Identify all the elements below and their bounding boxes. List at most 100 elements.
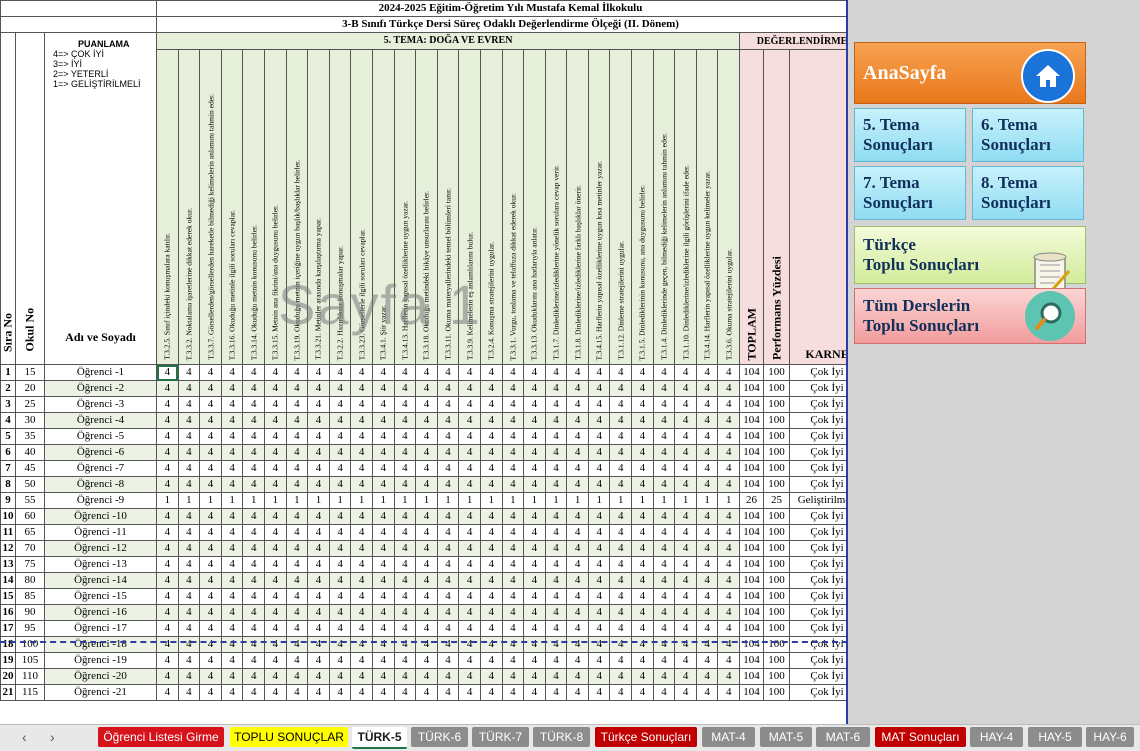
score-cell[interactable]: 4 bbox=[695, 556, 719, 573]
score-cell[interactable]: 4 bbox=[652, 524, 676, 541]
score-cell[interactable]: 4 bbox=[631, 412, 654, 429]
karne-cell[interactable]: Çok İyi bbox=[789, 684, 848, 701]
score-cell[interactable]: 4 bbox=[350, 364, 373, 381]
okul-no-cell[interactable]: 40 bbox=[15, 444, 45, 461]
score-cell[interactable]: 4 bbox=[479, 668, 503, 685]
score-cell[interactable]: 1 bbox=[415, 492, 438, 509]
tema-5-button[interactable]: 5. Tema Sonuçları bbox=[854, 108, 966, 162]
score-cell[interactable]: 4 bbox=[415, 380, 438, 397]
score-cell[interactable]: 4 bbox=[523, 444, 546, 461]
score-cell[interactable]: 4 bbox=[263, 524, 287, 541]
score-cell[interactable]: 4 bbox=[156, 524, 179, 541]
score-cell[interactable]: 4 bbox=[285, 588, 309, 605]
score-cell[interactable]: 4 bbox=[566, 428, 589, 445]
score-cell[interactable]: 4 bbox=[587, 476, 611, 493]
score-cell[interactable]: 4 bbox=[263, 428, 287, 445]
score-cell[interactable]: 4 bbox=[652, 380, 676, 397]
student-name-cell[interactable]: Öğrenci -14 bbox=[43, 572, 158, 589]
score-cell[interactable]: 4 bbox=[177, 668, 201, 685]
score-cell[interactable]: 4 bbox=[479, 620, 503, 637]
score-cell[interactable]: 4 bbox=[566, 588, 589, 605]
okul-no-cell[interactable]: 60 bbox=[15, 508, 45, 525]
score-cell[interactable]: 4 bbox=[371, 396, 395, 413]
score-cell[interactable]: 4 bbox=[479, 652, 503, 669]
okul-no-cell[interactable]: 95 bbox=[15, 620, 45, 637]
score-cell[interactable]: 4 bbox=[199, 524, 222, 541]
score-cell[interactable]: 4 bbox=[242, 396, 265, 413]
score-cell[interactable]: 4 bbox=[436, 668, 460, 685]
score-cell[interactable]: 4 bbox=[631, 460, 654, 477]
score-cell[interactable]: 4 bbox=[523, 524, 546, 541]
score-cell[interactable]: 4 bbox=[587, 412, 611, 429]
tema-6-button[interactable]: 6. Tema Sonuçları bbox=[972, 108, 1084, 162]
score-cell[interactable]: 4 bbox=[328, 588, 352, 605]
score-cell[interactable]: 4 bbox=[156, 364, 179, 381]
score-cell[interactable]: 4 bbox=[523, 684, 546, 701]
score-cell[interactable]: 4 bbox=[307, 476, 330, 493]
score-cell[interactable]: 4 bbox=[544, 684, 568, 701]
score-cell[interactable]: 4 bbox=[393, 476, 417, 493]
score-cell[interactable]: 4 bbox=[695, 460, 719, 477]
score-cell[interactable]: 4 bbox=[587, 572, 611, 589]
score-cell[interactable]: 4 bbox=[285, 620, 309, 637]
score-cell[interactable]: 4 bbox=[436, 620, 460, 637]
score-cell[interactable]: 4 bbox=[156, 652, 179, 669]
score-cell[interactable]: 4 bbox=[436, 684, 460, 701]
score-cell[interactable]: 4 bbox=[415, 668, 438, 685]
score-cell[interactable]: 4 bbox=[393, 540, 417, 557]
score-cell[interactable]: 4 bbox=[674, 380, 697, 397]
score-cell[interactable]: 4 bbox=[501, 540, 525, 557]
score-cell[interactable]: 4 bbox=[350, 396, 373, 413]
score-cell[interactable]: 4 bbox=[717, 588, 741, 605]
okul-no-cell[interactable]: 105 bbox=[15, 652, 45, 669]
score-cell[interactable]: 4 bbox=[242, 380, 265, 397]
score-cell[interactable]: 4 bbox=[242, 652, 265, 669]
score-cell[interactable]: 4 bbox=[631, 652, 654, 669]
score-cell[interactable]: 4 bbox=[566, 668, 589, 685]
score-cell[interactable]: 4 bbox=[652, 428, 676, 445]
score-cell[interactable]: 4 bbox=[458, 556, 481, 573]
karne-cell[interactable]: Çok İyi bbox=[789, 620, 848, 637]
student-name-cell[interactable]: Öğrenci -17 bbox=[43, 620, 158, 637]
score-cell[interactable]: 1 bbox=[717, 492, 741, 509]
score-cell[interactable]: 4 bbox=[695, 412, 719, 429]
score-cell[interactable]: 4 bbox=[156, 396, 179, 413]
score-cell[interactable]: 4 bbox=[242, 556, 265, 573]
score-cell[interactable]: 4 bbox=[307, 524, 330, 541]
score-cell[interactable]: 4 bbox=[566, 540, 589, 557]
score-cell[interactable]: 4 bbox=[263, 444, 287, 461]
performans-cell[interactable]: 100 bbox=[763, 428, 791, 445]
score-cell[interactable]: 4 bbox=[156, 556, 179, 573]
score-cell[interactable]: 4 bbox=[371, 444, 395, 461]
score-cell[interactable]: 4 bbox=[695, 380, 719, 397]
score-cell[interactable]: 4 bbox=[587, 652, 611, 669]
score-cell[interactable]: 4 bbox=[609, 604, 633, 621]
score-cell[interactable]: 4 bbox=[609, 652, 633, 669]
score-cell[interactable]: 4 bbox=[609, 412, 633, 429]
student-name-cell[interactable]: Öğrenci -12 bbox=[43, 540, 158, 557]
score-cell[interactable]: 4 bbox=[479, 476, 503, 493]
student-name-cell[interactable]: Öğrenci -2 bbox=[43, 380, 158, 397]
score-cell[interactable]: 1 bbox=[566, 492, 589, 509]
student-name-cell[interactable]: Öğrenci -20 bbox=[43, 668, 158, 685]
sheet-tab[interactable]: TÜRK-7 bbox=[472, 727, 529, 747]
score-cell[interactable]: 4 bbox=[199, 604, 222, 621]
score-cell[interactable]: 4 bbox=[674, 668, 697, 685]
score-cell[interactable]: 4 bbox=[695, 396, 719, 413]
performans-cell[interactable]: 100 bbox=[763, 620, 791, 637]
score-cell[interactable]: 4 bbox=[652, 636, 676, 653]
score-cell[interactable]: 4 bbox=[436, 428, 460, 445]
score-cell[interactable]: 4 bbox=[587, 444, 611, 461]
toplam-cell[interactable]: 104 bbox=[739, 556, 765, 573]
score-cell[interactable]: 4 bbox=[220, 460, 244, 477]
score-cell[interactable]: 4 bbox=[415, 508, 438, 525]
score-cell[interactable]: 4 bbox=[328, 412, 352, 429]
score-cell[interactable]: 4 bbox=[609, 540, 633, 557]
score-cell[interactable]: 4 bbox=[285, 428, 309, 445]
score-cell[interactable]: 4 bbox=[717, 396, 741, 413]
score-cell[interactable]: 4 bbox=[587, 524, 611, 541]
karne-cell[interactable]: Çok İyi bbox=[789, 588, 848, 605]
score-cell[interactable]: 4 bbox=[242, 620, 265, 637]
score-cell[interactable]: 4 bbox=[350, 636, 373, 653]
score-cell[interactable]: 1 bbox=[177, 492, 201, 509]
